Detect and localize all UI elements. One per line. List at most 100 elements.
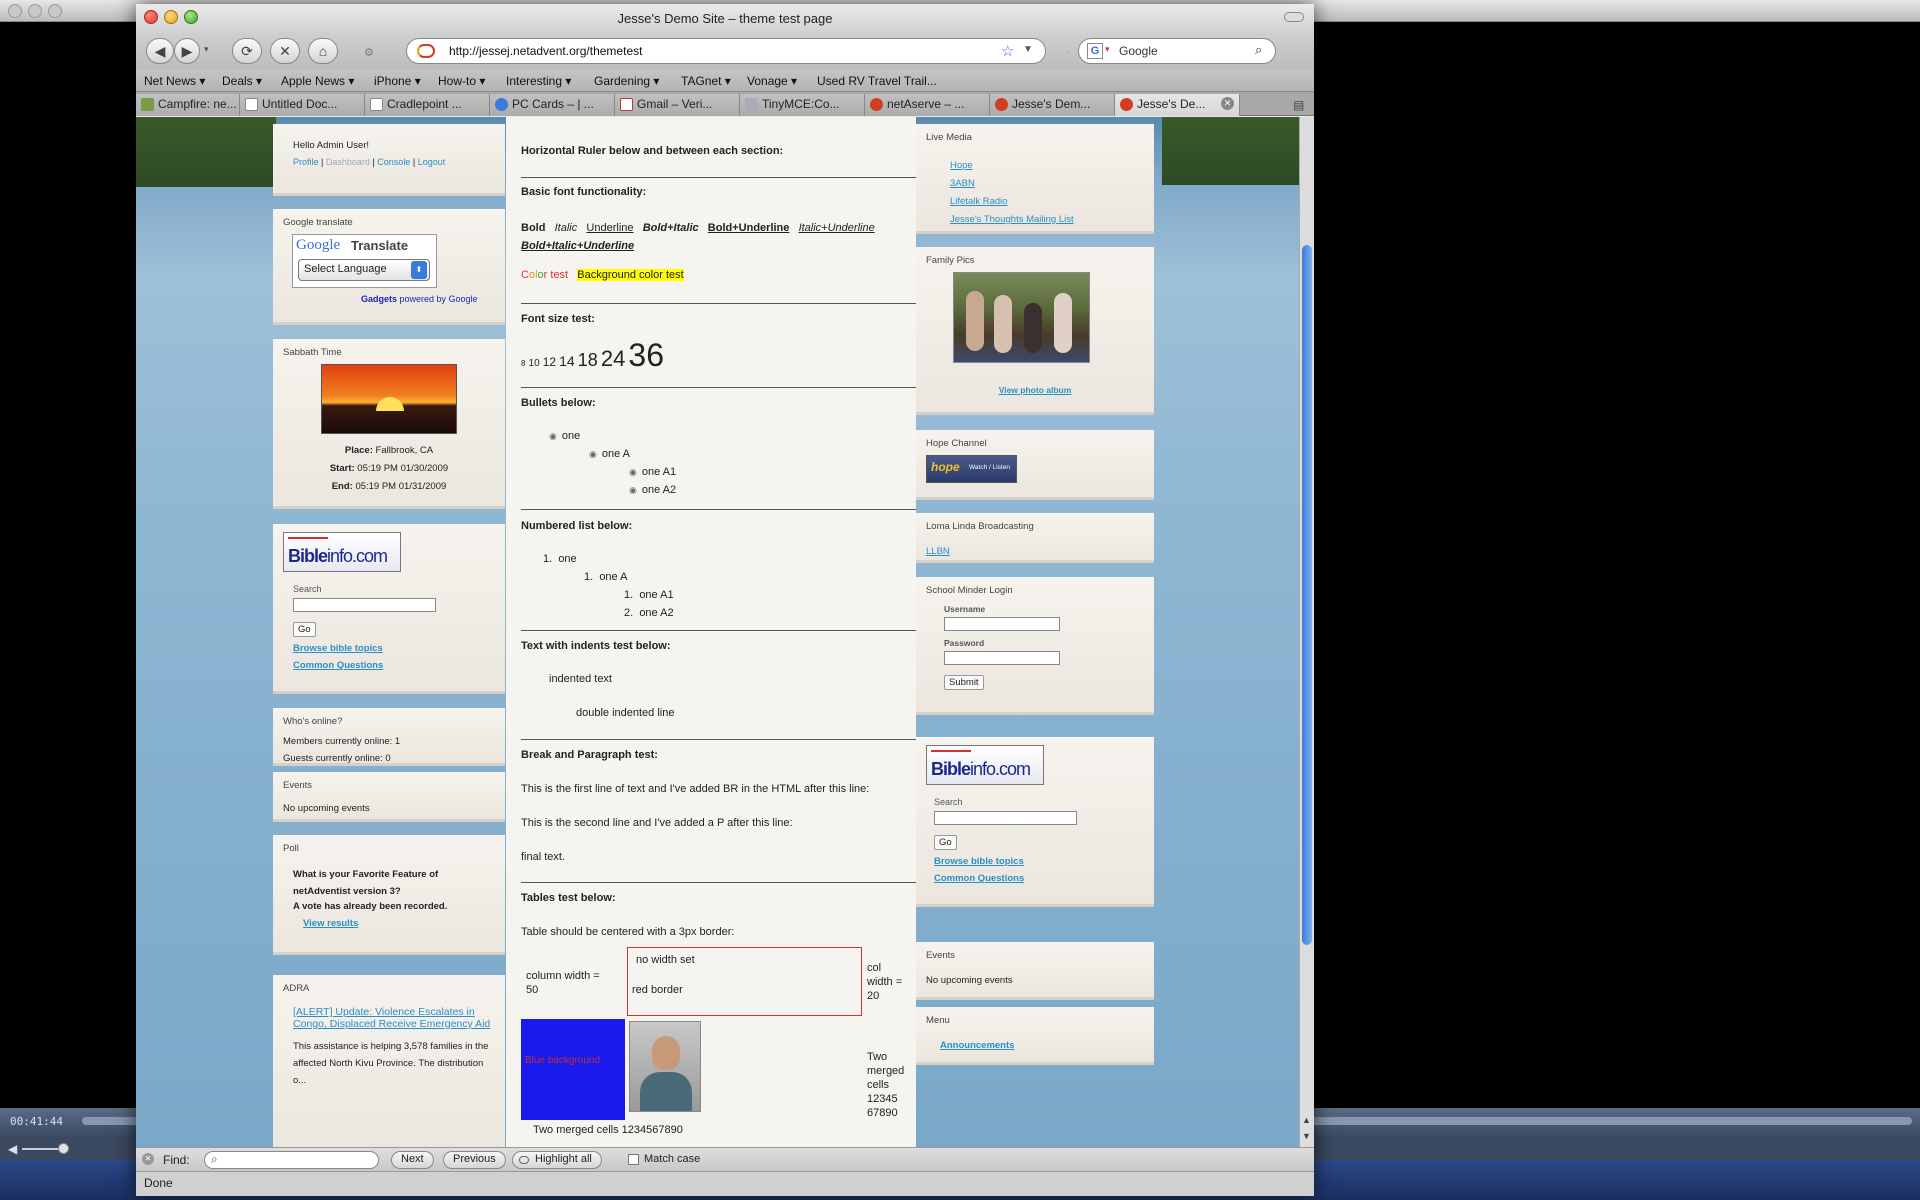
bookmark-iphone[interactable]: iPhone ▾ [374, 74, 421, 88]
bookmark-net-news[interactable]: Net News ▾ [144, 74, 205, 88]
loma-linda-block: Loma Linda Broadcasting LLBN [916, 513, 1154, 563]
tab-gmail[interactable]: Gmail – Veri... [615, 94, 740, 116]
mailing-list-link[interactable]: Jesse's Thoughts Mailing List [950, 214, 1074, 225]
3abn-link[interactable]: 3ABN [950, 178, 975, 189]
browse-topics-link[interactable]: Browse bible topics [934, 856, 1024, 867]
bibleinfo-block-right: Bibleinfo.com Search Go Browse bible top… [916, 737, 1154, 907]
bibleinfo-logo[interactable]: Bibleinfo.com [283, 532, 401, 572]
bullet-item: ◉ one A1 [629, 466, 677, 478]
divider [521, 739, 916, 740]
scroll-up-icon[interactable]: ▲ [1302, 1115, 1311, 1125]
go-button[interactable]: Go [934, 835, 957, 850]
find-previous-button[interactable]: Previous [443, 1151, 506, 1169]
gear-icon[interactable]: ⚙ [364, 46, 374, 59]
divider [521, 177, 916, 178]
close-find-icon[interactable]: ✕ [142, 1153, 154, 1165]
llbn-link[interactable]: LLBN [926, 546, 950, 557]
scrollbar-thumb[interactable] [1302, 245, 1312, 945]
scroll-down-icon[interactable]: ▼ [1302, 1131, 1311, 1141]
view-results-link[interactable]: View results [303, 918, 358, 929]
chevron-down-icon[interactable]: ▼ [1023, 44, 1033, 55]
bible-search-input[interactable] [293, 598, 436, 612]
bullet-item: ◉ one [549, 430, 581, 442]
google-icon[interactable]: G [1087, 43, 1103, 59]
url-bar[interactable]: http://jessej.netadvent.org/themetest ☆ … [406, 38, 1046, 64]
logout-link[interactable]: Logout [418, 157, 446, 167]
console-link[interactable]: Console [377, 157, 410, 167]
tab-tinymce[interactable]: TinyMCE:Co... [740, 94, 865, 116]
animal-shape [1024, 303, 1042, 353]
bookmark-how-to[interactable]: How-to ▾ [438, 74, 485, 88]
history-dropdown-icon[interactable]: ▾ [204, 44, 209, 55]
tab-netaserve[interactable]: netAserve – ... [865, 94, 990, 116]
reload-button[interactable]: ⟳ [232, 38, 262, 64]
gadgets-link[interactable]: Gadgets [361, 294, 397, 304]
bookmark-gardening[interactable]: Gardening ▾ [594, 74, 659, 88]
announcements-link[interactable]: Announcements [940, 1040, 1014, 1051]
status-text: Done [144, 1176, 173, 1190]
search-input[interactable]: G ▾ Google ⌕ [1078, 38, 1276, 64]
family-photo[interactable] [953, 272, 1090, 363]
tab-untitled-doc[interactable]: Untitled Doc... [240, 94, 365, 116]
hope-link[interactable]: Hope [950, 160, 973, 171]
username-label: Username [944, 604, 986, 614]
back-button[interactable]: ◀ [146, 38, 174, 64]
navigation-toolbar: ◀ ▶ ▾ ⟳ ✕ ⌂ ⚙ http://jessej.netadvent.or… [136, 34, 1314, 70]
tab-list-icon[interactable]: ▤ [1293, 98, 1304, 112]
bookmark-deals[interactable]: Deals ▾ [222, 74, 262, 88]
url-text: http://jessej.netadvent.org/themetest [449, 44, 643, 58]
start-value: 05:19 PM 01/30/2009 [357, 463, 449, 474]
forward-button[interactable]: ▶ [174, 38, 200, 64]
language-select[interactable]: Select Language ⬍ [298, 259, 430, 281]
bookmark-tagnet[interactable]: TAGnet ▾ [681, 74, 731, 88]
hope-watch-badge[interactable]: hope Watch / Listen [926, 455, 1017, 483]
divider [521, 882, 916, 883]
engine-dropdown-icon[interactable]: ▾ [1105, 44, 1110, 55]
test-table: column width = 50 no width set red border… [521, 947, 916, 1136]
volume-knob[interactable] [58, 1143, 69, 1154]
toolbar-toggle-button[interactable] [1284, 12, 1304, 22]
user-block: Hello Admin User! Profile | Dashboard | … [273, 124, 505, 196]
view-album-link[interactable]: View photo album [999, 385, 1072, 395]
speaker-icon: ◀ [8, 1142, 18, 1156]
find-next-button[interactable]: Next [391, 1151, 434, 1169]
lifetalk-link[interactable]: Lifetalk Radio [950, 196, 1008, 207]
family-pics-block: Family Pics View photo album [916, 247, 1154, 415]
match-case-checkbox[interactable] [628, 1154, 639, 1165]
find-input[interactable]: ⌕ [204, 1151, 379, 1169]
bible-search-input[interactable] [934, 811, 1077, 825]
dashboard-link[interactable]: Dashboard [326, 157, 370, 167]
live-media-block: Live Media Hope 3ABN Lifetalk Radio Jess… [916, 124, 1154, 234]
home-button[interactable]: ⌂ [308, 38, 338, 64]
tab-jesses-demo-active[interactable]: Jesse's De... ✕ [1115, 94, 1240, 116]
block-title: Live Media [926, 132, 972, 143]
vertical-scrollbar[interactable]: ▲ ▼ [1299, 117, 1314, 1147]
hope-logo: hope [931, 460, 960, 474]
magnifier-icon[interactable]: ⌕ [1255, 42, 1262, 58]
highlight-all-button[interactable]: Highlight all [512, 1151, 602, 1169]
bookmark-interesting[interactable]: Interesting ▾ [506, 74, 571, 88]
numbered-item: 1. one [543, 553, 577, 565]
tab-jesses-demo-1[interactable]: Jesse's Dem... [990, 94, 1115, 116]
bookmark-apple-news[interactable]: Apple News ▾ [281, 74, 354, 88]
tab-campfire[interactable]: Campfire: ne... [136, 94, 240, 116]
whos-online-block: Who's online? Members currently online: … [273, 708, 505, 766]
common-questions-link[interactable]: Common Questions [293, 660, 383, 671]
common-questions-link[interactable]: Common Questions [934, 873, 1024, 884]
username-input[interactable] [944, 617, 1060, 631]
browse-topics-link[interactable]: Browse bible topics [293, 643, 383, 654]
submit-button[interactable]: Submit [944, 675, 984, 690]
bookmark-used-rv[interactable]: Used RV Travel Trail... [817, 74, 937, 88]
tab-pc-cards[interactable]: PC Cards – | ... [490, 94, 615, 116]
adra-headline-link[interactable]: [ALERT] Update: Violence Escalates in Co… [293, 1006, 493, 1030]
bookmark-vonage[interactable]: Vonage ▾ [747, 74, 797, 88]
go-button[interactable]: Go [293, 622, 316, 637]
stop-button[interactable]: ✕ [270, 38, 300, 64]
bibleinfo-logo[interactable]: Bibleinfo.com [926, 745, 1044, 785]
profile-link[interactable]: Profile [293, 157, 319, 167]
tab-cradlepoint[interactable]: Cradlepoint ... [365, 94, 490, 116]
close-tab-icon[interactable]: ✕ [1221, 97, 1234, 110]
star-icon[interactable]: ☆ [1001, 42, 1014, 60]
table-note: Table should be centered with a 3px bord… [521, 926, 735, 938]
password-input[interactable] [944, 651, 1060, 665]
